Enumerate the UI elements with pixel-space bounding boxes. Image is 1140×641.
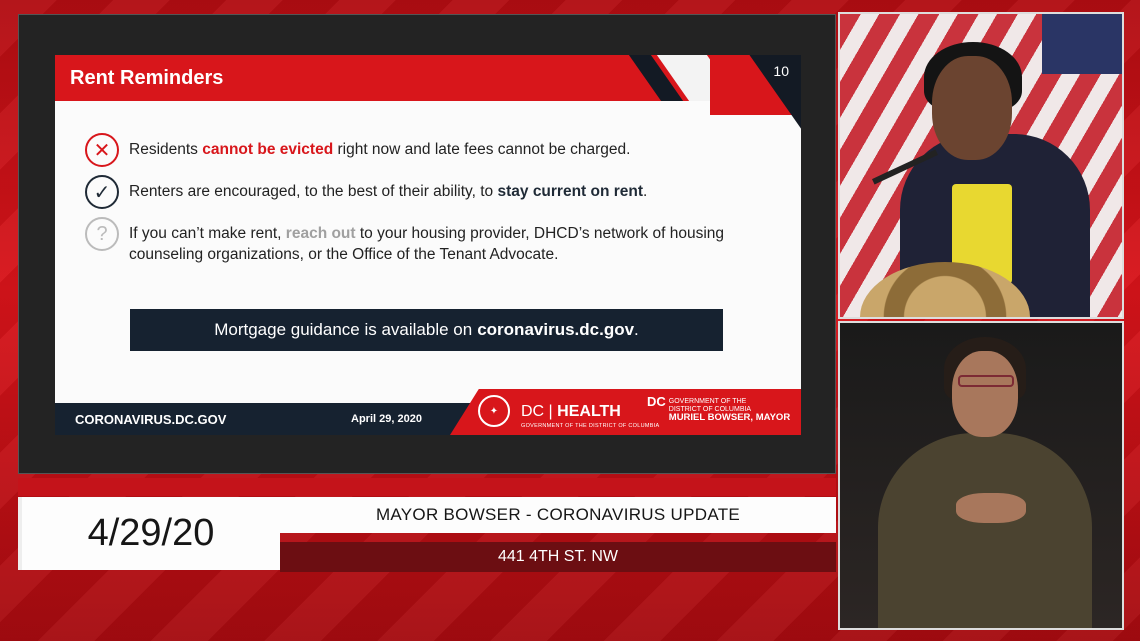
glasses-icon [958,375,1014,387]
title-bar: MAYOR BOWSER - CORONAVIRUS UPDATE [280,497,836,533]
bullet-highlight: cannot be evicted [202,141,334,158]
bullet-highlight: reach out [285,225,356,242]
location-bar: 441 4TH ST. NW [280,542,836,572]
banner-punct: . [634,320,639,339]
interpreter-head [952,351,1018,437]
broadcast-location: 441 4TH ST. NW [497,548,619,565]
slide-frame: Rent Reminders 10 ✕ Residents cannot be … [18,14,836,474]
broadcast-title: MAYOR BOWSER - CORONAVIRUS UPDATE [375,505,741,524]
footer-url[interactable]: CORONAVIRUS.DC.GOV [75,412,226,427]
bullet-highlight: stay current on rent [497,183,644,200]
mayor-logo-text: GOVERNMENT OF THE DISTRICT OF COLUMBIA MUR… [669,398,790,423]
flag-canton [1042,14,1122,74]
dc-health-seal-icon: ✦ [478,395,510,427]
presentation-slide: Rent Reminders 10 ✕ Residents cannot be … [55,55,801,435]
bullet-text-post: . [643,183,648,200]
slide-title: Rent Reminders [70,67,224,89]
bullet-text-pre: If you can’t make rent, [129,225,286,242]
check-circle-icon: ✓ [85,175,119,209]
bullet-text: Residents cannot be evicted right now an… [129,139,630,160]
gov-line-1: GOVERNMENT OF THE [668,398,747,405]
bullet-text: If you can’t make rent, reach out to you… [129,223,785,265]
interpreter-video [838,321,1124,630]
bullet-text-post: right now and late fees cannot be charge… [333,141,631,158]
question-circle-icon: ? [85,217,119,251]
bullet-item: ✕ Residents cannot be evicted right now … [85,133,785,167]
broadcast-date: 4/29/20 [87,512,215,554]
speaker-video [838,12,1124,319]
footer-date: April 29, 2020 [351,413,422,425]
dc-health-logo-health: HEALTH [557,403,621,420]
bullet-item: ? If you can’t make rent, reach out to y… [85,217,785,265]
interpreter-body [878,433,1092,628]
banner-link[interactable]: coronavirus.dc.gov [477,320,634,340]
interpreter-hands [956,493,1026,523]
mayor-logo: DC GOVERNMENT OF THE DISTRICT OF COLUMBIA M… [647,394,790,423]
mortgage-banner: Mortgage guidance is available on coronav… [130,309,723,351]
mayor-name: MURIEL BOWSER, MAYOR [668,412,791,423]
slide-number: 10 [773,63,789,79]
bullet-list: ✕ Residents cannot be evicted right now … [85,133,785,279]
bullet-text-pre: Renters are encouraged, to the best of t… [129,183,498,200]
x-circle-icon: ✕ [85,133,119,167]
bullet-item: ✓ Renters are encouraged, to the best of… [85,175,785,209]
lower-third-strip [18,478,836,496]
dc-flag-icon: DC [647,394,666,409]
bullet-text-pre: Residents [129,141,203,158]
dc-health-logo: DC | HEALTH [521,403,621,420]
date-box: 4/29/20 [18,497,280,570]
dc-health-logo-dc: DC [521,403,545,420]
banner-text: Mortgage guidance is available on [214,320,473,339]
dc-health-subtitle: GOVERNMENT OF THE DISTRICT OF COLUMBIA [521,423,660,429]
speaker-head [932,56,1012,160]
bullet-text: Renters are encouraged, to the best of t… [129,181,647,202]
